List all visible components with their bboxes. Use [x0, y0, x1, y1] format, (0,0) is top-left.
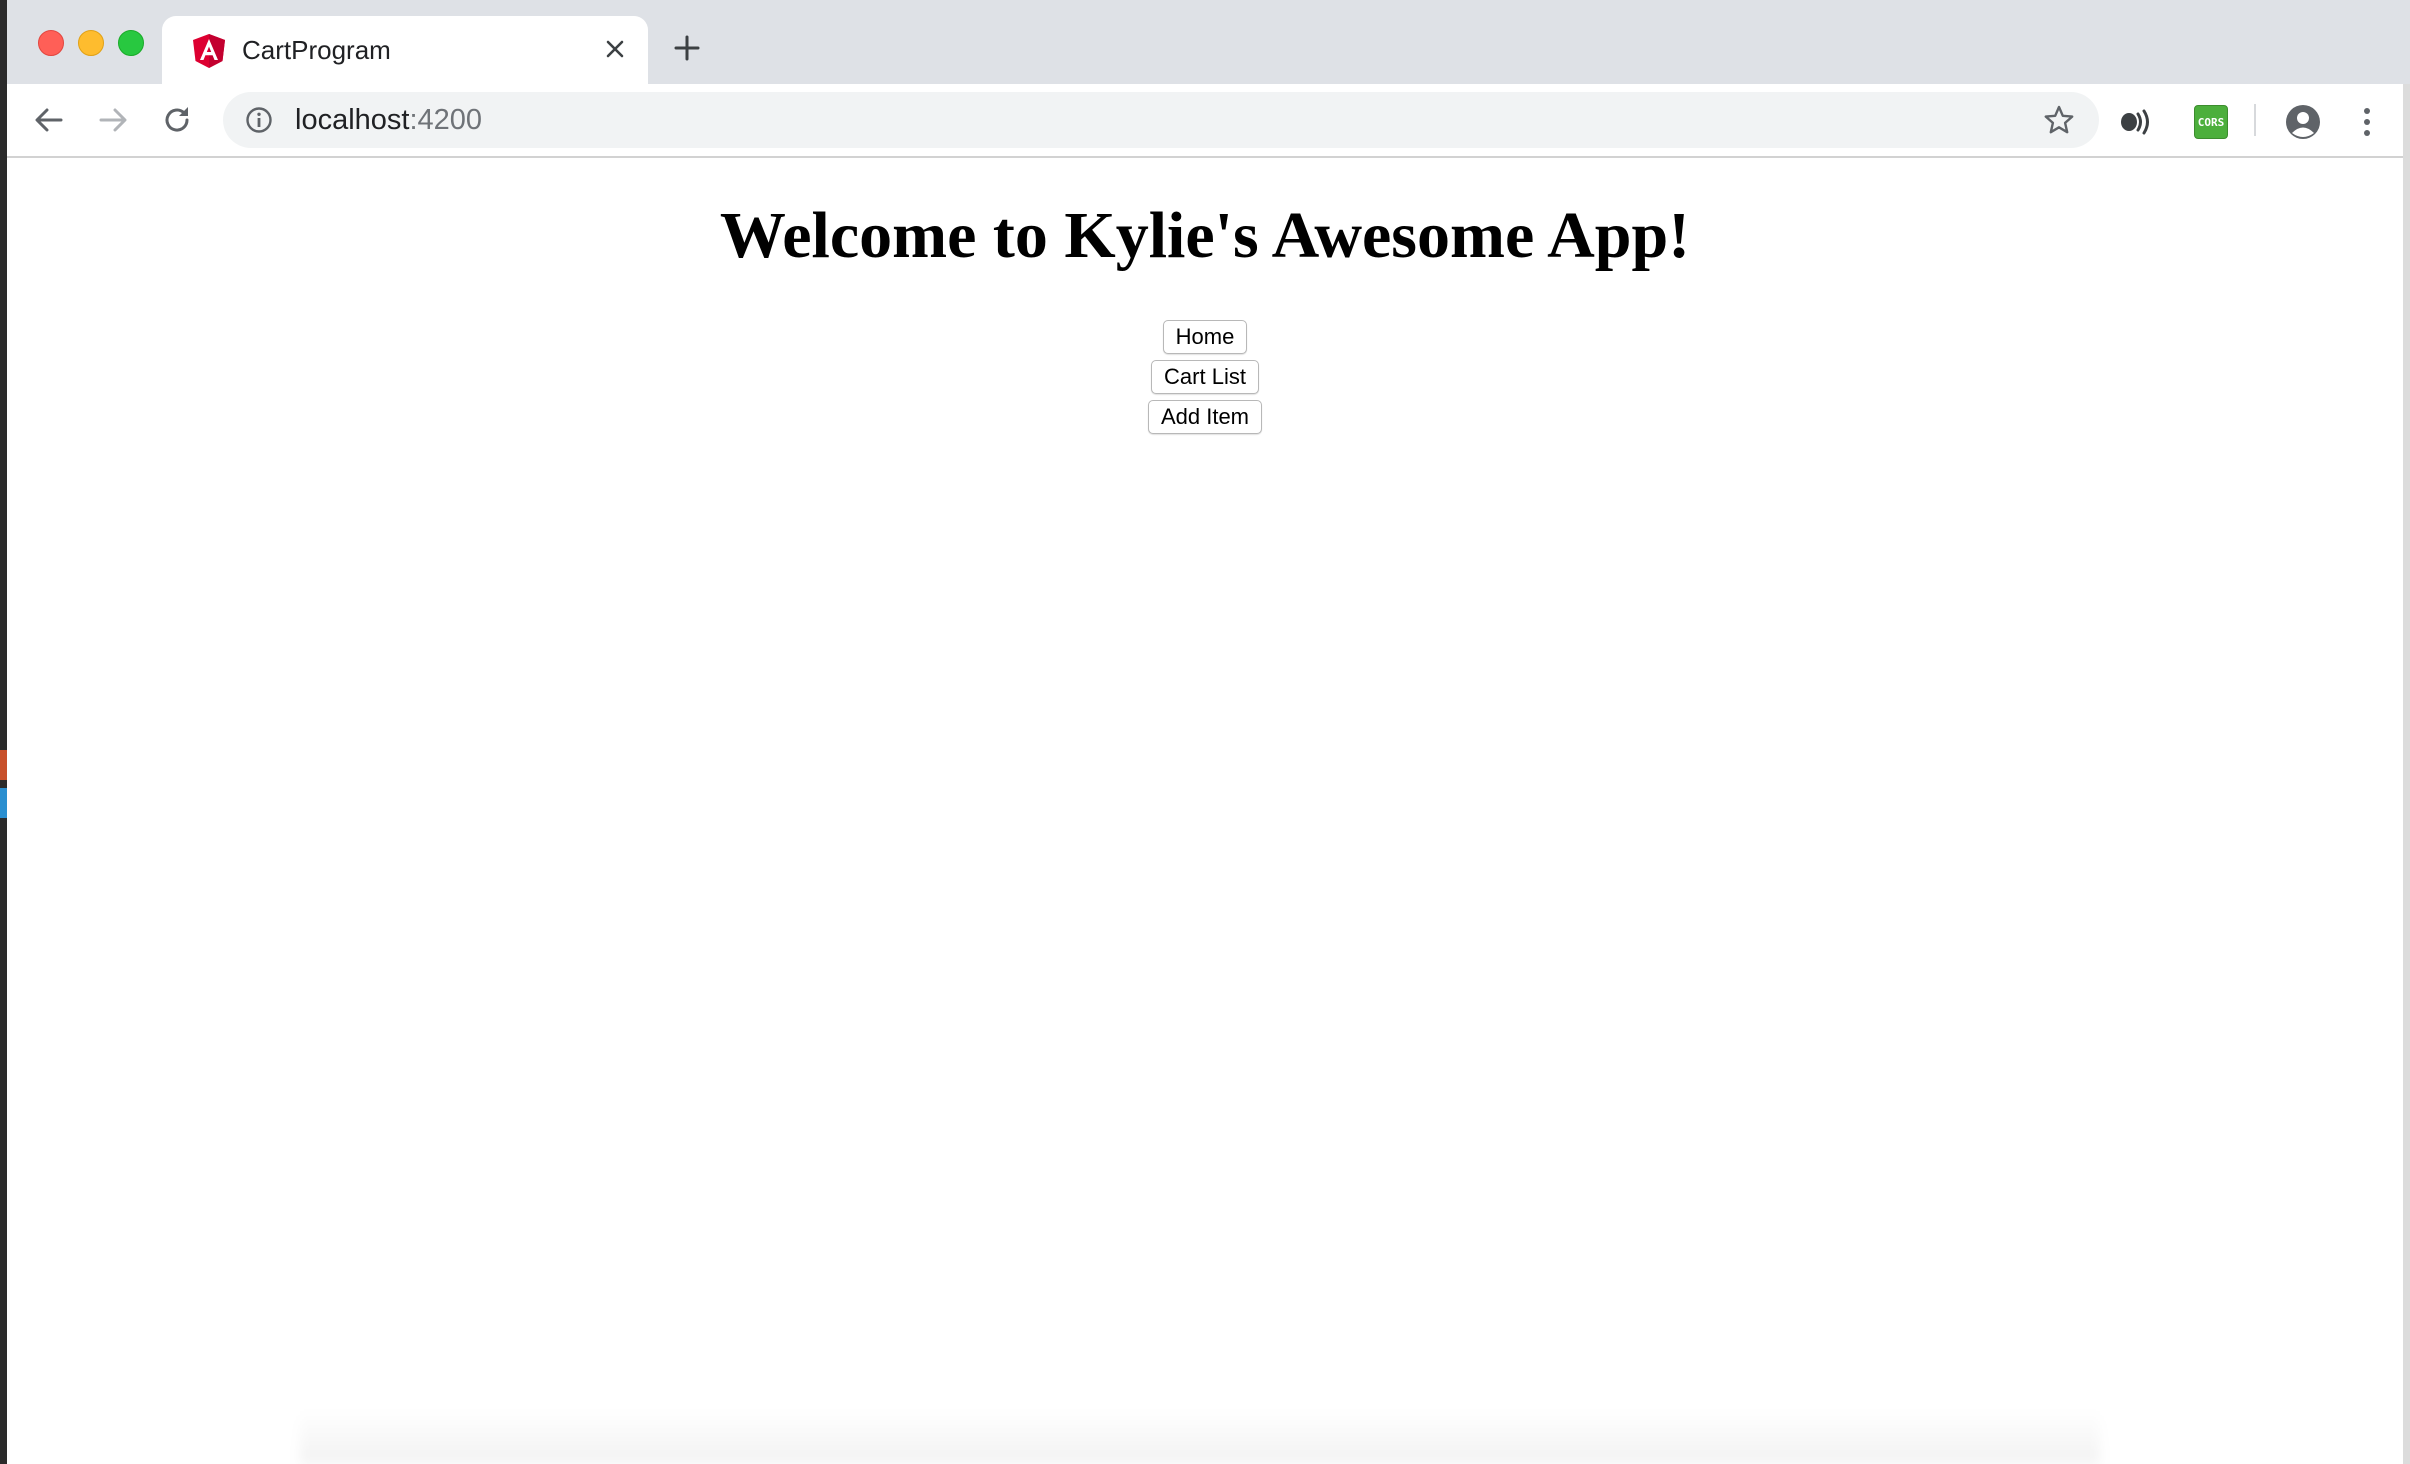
- reload-button[interactable]: [155, 98, 199, 142]
- toolbar-divider: [2254, 104, 2256, 136]
- desktop-edge-mark: [0, 788, 7, 818]
- url-host: localhost: [295, 104, 410, 136]
- add-item-button[interactable]: Add Item: [1147, 400, 1263, 434]
- tab-title: CartProgram: [242, 35, 391, 65]
- page-title: Welcome to Kylie's Awesome App!: [719, 199, 1691, 272]
- cast-extension-icon[interactable]: [2119, 104, 2155, 140]
- cart-list-button[interactable]: Cart List: [1151, 360, 1259, 394]
- bookmark-star-icon[interactable]: [2043, 104, 2075, 136]
- close-tab-icon[interactable]: [600, 34, 630, 64]
- arrow-left-icon: [35, 108, 63, 132]
- desktop-edge-mark: [0, 750, 7, 780]
- reload-icon: [165, 107, 189, 132]
- forward-button[interactable]: [91, 98, 135, 142]
- browser-toolbar: localhost:4200 CORS: [7, 84, 2410, 158]
- page-content: Welcome to Kylie's Awesome App! Home Car…: [7, 158, 2403, 1464]
- browser-window: CartProgram localhost:4200 CORS Welcome …: [0, 0, 2410, 1464]
- maximize-window-button[interactable]: [118, 30, 144, 56]
- tab-bar: CartProgram: [7, 0, 2410, 84]
- profile-avatar-icon[interactable]: [2285, 104, 2321, 140]
- new-tab-button[interactable]: [667, 28, 707, 68]
- info-icon[interactable]: [245, 106, 273, 134]
- window-shadow: [300, 1410, 2100, 1464]
- menu-kebab-icon[interactable]: [2349, 104, 2385, 140]
- address-bar[interactable]: localhost:4200: [223, 92, 2099, 148]
- plus-icon: [674, 35, 700, 61]
- cors-extension-icon[interactable]: CORS: [2193, 104, 2229, 140]
- window-right-edge: [2403, 84, 2410, 1464]
- browser-tab[interactable]: CartProgram: [162, 16, 648, 84]
- desktop-edge: [0, 0, 7, 1464]
- back-button[interactable]: [27, 98, 71, 142]
- close-window-button[interactable]: [38, 30, 64, 56]
- angular-icon: [192, 33, 226, 69]
- app-nav: Home Cart List Add Item: [7, 320, 2403, 440]
- cors-badge: CORS: [2194, 105, 2228, 139]
- url-port: :4200: [409, 104, 483, 136]
- home-button[interactable]: Home: [1162, 320, 1248, 354]
- minimize-window-button[interactable]: [78, 30, 104, 56]
- url-text[interactable]: localhost:4200: [295, 103, 482, 137]
- arrow-right-icon: [99, 108, 127, 132]
